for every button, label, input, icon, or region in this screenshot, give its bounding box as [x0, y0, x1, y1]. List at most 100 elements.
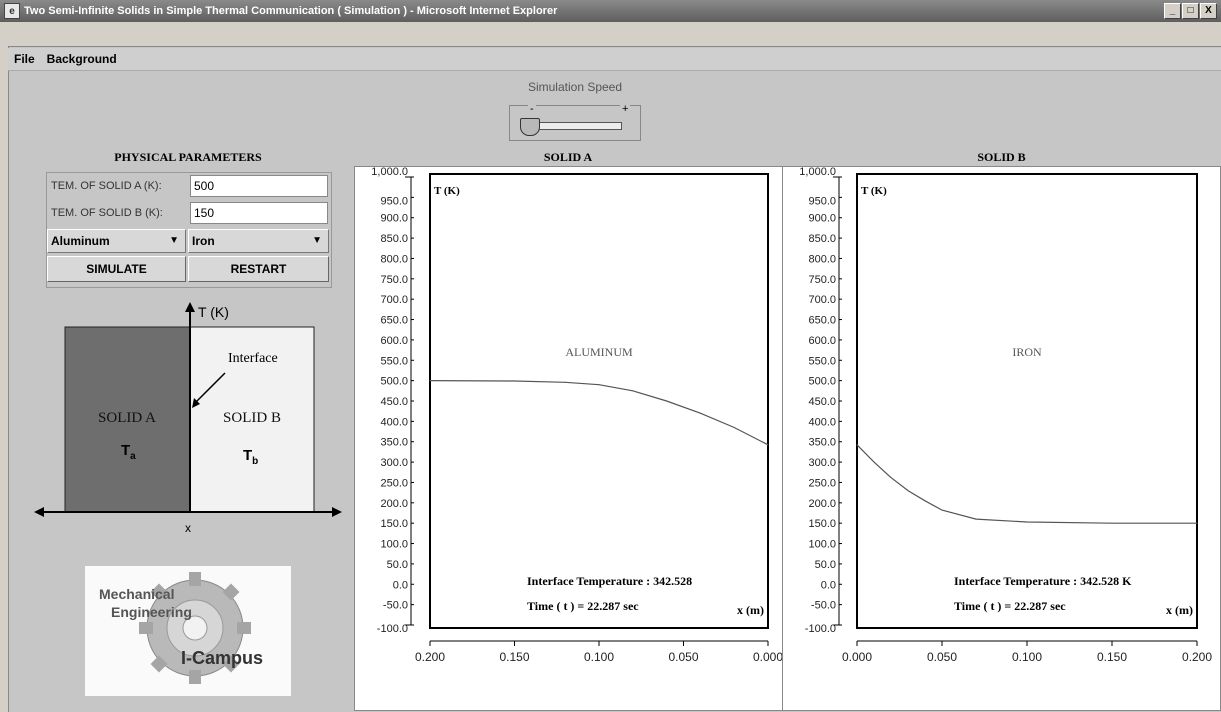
- y-tick-label: -100.0: [377, 623, 408, 635]
- series-point: [733, 426, 735, 428]
- close-button[interactable]: X: [1200, 3, 1217, 19]
- x-tick-label: 0.100: [1012, 650, 1042, 664]
- y-tick-label: 350.0: [380, 437, 408, 449]
- y-tick-label: -100.0: [805, 623, 836, 635]
- series-point: [564, 381, 566, 383]
- y-tick-label: 1,000.0: [799, 167, 836, 178]
- y-tick-label: 600.0: [808, 335, 836, 347]
- time-text: Time ( t ) = 22.287 sec: [954, 599, 1066, 613]
- menu-bar: File Background: [8, 48, 1221, 71]
- speed-slider-group: - +: [509, 103, 641, 141]
- series-point: [1196, 522, 1198, 524]
- y-tick-label: 250.0: [808, 477, 836, 489]
- x-tick-label: 0.000: [842, 650, 872, 664]
- restart-button[interactable]: RESTART: [188, 256, 329, 282]
- menu-file[interactable]: File: [8, 52, 41, 66]
- t-axis-arrow: [185, 302, 195, 312]
- material-b-value: Iron: [192, 234, 215, 248]
- x-axis-left-arrow: [34, 507, 44, 517]
- y-tick-label: 450.0: [808, 396, 836, 408]
- series-point: [873, 461, 875, 463]
- x-tick-label: 0.050: [927, 650, 957, 664]
- window-titlebar: e Two Semi-Infinite Solids in Simple The…: [0, 0, 1221, 22]
- window-title: Two Semi-Infinite Solids in Simple Therm…: [24, 5, 558, 17]
- y-tick-label: 100.0: [380, 539, 408, 551]
- y-tick-label: 850.0: [380, 233, 408, 245]
- solid-b-chart-panel: 1,000.0 950.0 900.0 850.0 800.0 750.0 700.0 650…: [782, 166, 1221, 711]
- y-tick-label: 50.0: [387, 559, 408, 571]
- y-tick-label: 100.0: [808, 539, 836, 551]
- y-tick-label: 200.0: [808, 498, 836, 510]
- y-tick-label: 0.0: [393, 579, 408, 591]
- series-point: [514, 380, 515, 382]
- speed-minus-label: -: [528, 103, 536, 115]
- y-tick-label: 850.0: [808, 233, 836, 245]
- x-tick-label: 0.050: [668, 650, 698, 664]
- solid-b-chart: 1,000.0 950.0 900.0 850.0 800.0 750.0 700.0 650…: [799, 167, 1212, 664]
- solid-b-heading: SOLID B: [977, 150, 1026, 164]
- y-tick-label: 750.0: [380, 274, 408, 286]
- y-tick-label: 300.0: [808, 457, 836, 469]
- y-tick-label: 800.0: [380, 253, 408, 265]
- y-tick-label: 300.0: [380, 457, 408, 469]
- y-tick-label: 250.0: [380, 477, 408, 489]
- y-tick-label: 400.0: [808, 416, 836, 428]
- ie-app-icon: e: [4, 3, 20, 19]
- speed-slider-thumb[interactable]: [520, 118, 541, 136]
- material-a-value: Aluminum: [51, 234, 110, 248]
- interface-label: Interface: [228, 351, 278, 366]
- y-tick-label: 900.0: [380, 213, 408, 225]
- temp-b-label: TEM. OF SOLID B (K):: [51, 207, 163, 219]
- solid-a-label: SOLID A: [98, 410, 156, 426]
- y-tick-label: 500.0: [808, 376, 836, 388]
- material-b-select[interactable]: Iron ▼: [188, 229, 329, 253]
- series-point: [941, 509, 943, 511]
- y-tick-label: 700.0: [808, 294, 836, 306]
- y-tick-label: 150.0: [808, 518, 836, 530]
- diagram-x-axis-label: x: [185, 521, 191, 535]
- maximize-button[interactable]: □: [1182, 3, 1199, 19]
- series-point: [975, 518, 977, 520]
- x-tick-label: 0.150: [1097, 650, 1127, 664]
- menu-background[interactable]: Background: [41, 52, 123, 66]
- temp-b-input[interactable]: 150: [190, 202, 328, 224]
- x-tick-label: 0.150: [499, 650, 529, 664]
- x-tick-label: 0.000: [753, 650, 782, 664]
- y-tick-label: 950.0: [380, 195, 408, 207]
- y-tick-label: -50.0: [811, 600, 836, 612]
- speed-label: Simulation Speed: [527, 80, 623, 94]
- simulate-button[interactable]: SIMULATE: [47, 256, 186, 282]
- solid-b-label: SOLID B: [223, 410, 281, 426]
- series-point: [699, 412, 701, 414]
- interface-temperature-text: Interface Temperature : 342.528: [527, 574, 692, 588]
- temp-a-input[interactable]: 500: [190, 175, 328, 197]
- logo-text-mechanical: Mechanical: [99, 586, 175, 602]
- y-tick-label: 350.0: [808, 437, 836, 449]
- temp-a-row: TEM. OF SOLID A (K): 500: [47, 174, 329, 198]
- material-a-select[interactable]: Aluminum ▼: [47, 229, 186, 253]
- temp-a-label: TEM. OF SOLID A (K):: [51, 180, 162, 192]
- series-point: [767, 444, 769, 446]
- y-tick-label: 550.0: [808, 355, 836, 367]
- y-tick-label: 400.0: [380, 416, 408, 428]
- minimize-button[interactable]: _: [1164, 3, 1181, 19]
- y-tick-label: 450.0: [380, 396, 408, 408]
- series-point: [856, 444, 858, 446]
- logo-text-engineering: Engineering: [111, 604, 192, 620]
- material-label: ALUMINUM: [565, 345, 633, 359]
- series-point: [907, 490, 909, 492]
- temp-b-row: TEM. OF SOLID B (K): 150: [47, 201, 329, 225]
- y-tick-label: 500.0: [380, 376, 408, 388]
- y-axis-title: T (K): [861, 185, 887, 197]
- series-point: [1111, 522, 1113, 524]
- speed-plus-label: +: [620, 103, 631, 115]
- chevron-down-icon: ▼: [169, 235, 179, 246]
- logo-text-icampus: I-Campus: [181, 648, 264, 668]
- y-tick-label: 200.0: [380, 498, 408, 510]
- y-tick-label: 650.0: [808, 315, 836, 327]
- y-tick-label: 150.0: [380, 518, 408, 530]
- interface-temperature-text: Interface Temperature : 342.528 K: [954, 574, 1132, 588]
- series-point: [924, 500, 926, 502]
- solid-a-chart-panel: 1,000.0 950.0 900.0 850.0 800.0 750.0 700.0 650…: [354, 166, 783, 711]
- series-point: [598, 384, 600, 386]
